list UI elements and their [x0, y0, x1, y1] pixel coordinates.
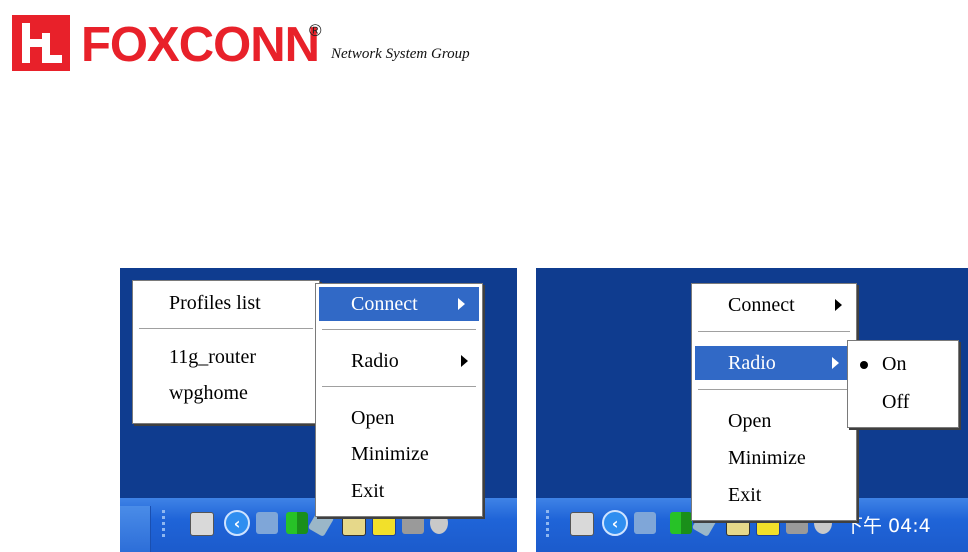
signal-strength-icon[interactable]: [286, 512, 308, 534]
radio-submenu: On Off: [847, 340, 959, 428]
profile-item-11g-router[interactable]: 11g_router: [133, 340, 319, 374]
clock[interactable]: 下午 04:4: [844, 511, 931, 538]
taskbar-button[interactable]: [120, 506, 151, 552]
menu-item-connect[interactable]: Connect: [319, 287, 479, 321]
menu-item-exit[interactable]: Exit: [692, 478, 856, 512]
registered-mark: ®: [309, 21, 322, 40]
menu-item-exit[interactable]: Exit: [316, 474, 482, 508]
menu-item-radio[interactable]: Radio: [695, 346, 853, 380]
profiles-menu: Profiles list 11g_router wpghome: [132, 280, 320, 424]
menu-separator: [322, 386, 476, 388]
tray-context-menu: Connect Radio Open Minimize Exit: [691, 283, 857, 521]
left-screenshot: ‹ Profiles list 11g_router wpghome Conne…: [120, 268, 517, 552]
network-computers-icon[interactable]: [256, 512, 278, 534]
keyboard-icon[interactable]: [570, 512, 594, 536]
menu-separator: [698, 389, 850, 391]
menu-item-minimize[interactable]: Minimize: [692, 441, 856, 475]
tray-context-menu: Connect Radio Open Minimize Exit: [315, 283, 483, 517]
submenu-arrow-icon: [835, 299, 842, 311]
logo-wordmark: FOXCONN: [81, 18, 320, 72]
logo-subtitle: Network System Group: [331, 46, 470, 62]
show-hidden-icons-chevron[interactable]: ‹: [602, 510, 628, 536]
tray-grip[interactable]: [546, 510, 549, 540]
signal-strength-icon[interactable]: [670, 512, 692, 534]
profile-item-wpghome[interactable]: wpghome: [133, 376, 319, 410]
radio-option-on[interactable]: On: [848, 347, 958, 381]
network-computers-icon[interactable]: [634, 512, 656, 534]
menu-item-open[interactable]: Open: [316, 401, 482, 435]
profiles-list-title: Profiles list: [169, 292, 261, 314]
submenu-arrow-icon: [458, 298, 465, 310]
menu-separator: [139, 328, 313, 330]
radio-option-off[interactable]: Off: [848, 385, 958, 419]
submenu-arrow-icon: [461, 355, 468, 367]
menu-item-radio[interactable]: Radio: [316, 344, 482, 378]
menu-item-connect[interactable]: Connect: [692, 288, 856, 322]
keyboard-icon[interactable]: [190, 512, 214, 536]
menu-separator: [322, 329, 476, 331]
menu-item-open[interactable]: Open: [692, 404, 856, 438]
submenu-arrow-icon: [832, 357, 839, 369]
selected-bullet-icon: [860, 361, 868, 369]
show-hidden-icons-chevron[interactable]: ‹: [224, 510, 250, 536]
foxconn-logo-mark-icon: [12, 15, 70, 71]
right-screenshot: ‹ 下午 04:4 Connect Radio Open Minimize Ex…: [536, 268, 968, 552]
tray-grip[interactable]: [162, 510, 165, 540]
menu-item-minimize[interactable]: Minimize: [316, 437, 482, 471]
menu-separator: [698, 331, 850, 333]
